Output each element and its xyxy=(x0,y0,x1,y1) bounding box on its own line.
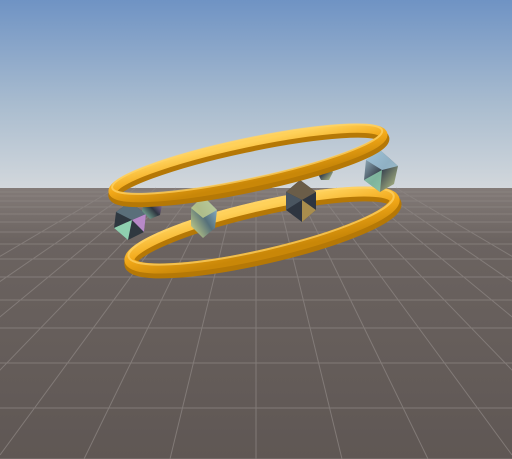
scene-viewport[interactable] xyxy=(0,0,512,459)
sky xyxy=(0,0,512,190)
3d-scene-render xyxy=(0,0,512,459)
